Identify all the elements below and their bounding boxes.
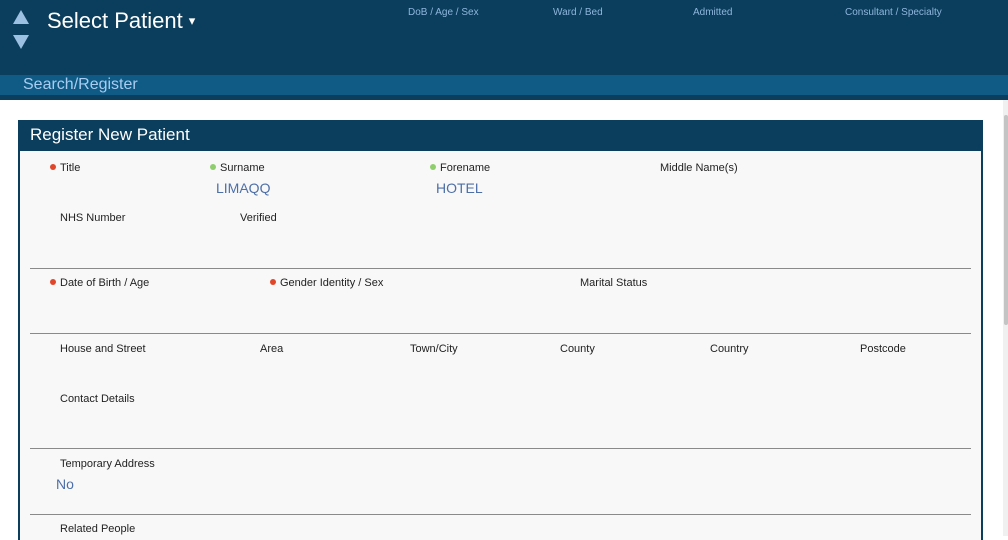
marital-status-label[interactable]: Marital Status bbox=[580, 277, 647, 289]
dob-age-field[interactable]: Date of Birth / Age bbox=[50, 277, 149, 289]
related-people-label[interactable]: Related People bbox=[60, 523, 135, 535]
sub-navigation: Search/Register bbox=[0, 75, 1008, 95]
contact-details-label[interactable]: Contact Details bbox=[60, 393, 135, 405]
gender-label: Gender Identity / Sex bbox=[280, 277, 384, 289]
temporary-address-label[interactable]: Temporary Address bbox=[60, 458, 155, 470]
ward-bed-header: Ward / Bed bbox=[553, 7, 603, 18]
required-indicator-icon bbox=[50, 279, 56, 285]
section-divider bbox=[30, 514, 971, 515]
top-header: Select Patient ▾ DoB / Age / Sex Ward / B… bbox=[0, 0, 1008, 75]
section-divider bbox=[30, 333, 971, 334]
title-field[interactable]: Title bbox=[50, 162, 80, 174]
surname-value[interactable]: LIMAQQ bbox=[216, 180, 270, 196]
section-divider bbox=[30, 448, 971, 449]
panel-title: Register New Patient bbox=[30, 125, 190, 144]
required-indicator-icon bbox=[270, 279, 276, 285]
previous-patient-arrow-icon[interactable] bbox=[13, 10, 29, 24]
forename-value[interactable]: HOTEL bbox=[436, 180, 483, 196]
subnav-divider bbox=[0, 95, 1008, 100]
forename-label: Forename bbox=[440, 162, 491, 174]
postcode-label[interactable]: Postcode bbox=[860, 343, 906, 355]
gender-field[interactable]: Gender Identity / Sex bbox=[270, 277, 383, 289]
search-register-link[interactable]: Search/Register bbox=[23, 76, 138, 94]
nhs-number-label[interactable]: NHS Number bbox=[60, 212, 125, 224]
title-label: Title bbox=[60, 162, 81, 174]
select-patient-dropdown[interactable]: Select Patient ▾ bbox=[47, 8, 195, 34]
surname-label: Surname bbox=[220, 162, 265, 174]
house-street-label[interactable]: House and Street bbox=[60, 343, 146, 355]
select-patient-label: Select Patient bbox=[47, 8, 183, 33]
dob-age-sex-header: DoB / Age / Sex bbox=[408, 7, 479, 18]
section-divider bbox=[30, 268, 971, 269]
chevron-down-icon: ▾ bbox=[188, 13, 196, 28]
country-label[interactable]: Country bbox=[710, 343, 749, 355]
consultant-specialty-header: Consultant / Specialty bbox=[845, 7, 942, 18]
town-city-label[interactable]: Town/City bbox=[410, 343, 458, 355]
next-patient-arrow-icon[interactable] bbox=[13, 35, 29, 49]
county-label[interactable]: County bbox=[560, 343, 595, 355]
completed-indicator-icon bbox=[430, 164, 436, 170]
required-indicator-icon bbox=[50, 164, 56, 170]
temporary-address-value[interactable]: No bbox=[56, 476, 74, 492]
scrollbar-thumb[interactable] bbox=[1004, 115, 1008, 325]
dob-age-label: Date of Birth / Age bbox=[60, 277, 150, 289]
completed-indicator-icon bbox=[210, 164, 216, 170]
middle-names-label[interactable]: Middle Name(s) bbox=[660, 162, 738, 174]
panel-header: Register New Patient bbox=[20, 122, 981, 151]
forename-field[interactable]: Forename bbox=[430, 162, 490, 174]
patient-nav-arrows bbox=[12, 10, 30, 49]
admitted-header: Admitted bbox=[693, 7, 733, 18]
area-label[interactable]: Area bbox=[260, 343, 283, 355]
register-patient-panel: Register New Patient Title Surname LIMAQ… bbox=[18, 120, 983, 540]
verified-label[interactable]: Verified bbox=[240, 212, 277, 224]
surname-field[interactable]: Surname bbox=[210, 162, 265, 174]
